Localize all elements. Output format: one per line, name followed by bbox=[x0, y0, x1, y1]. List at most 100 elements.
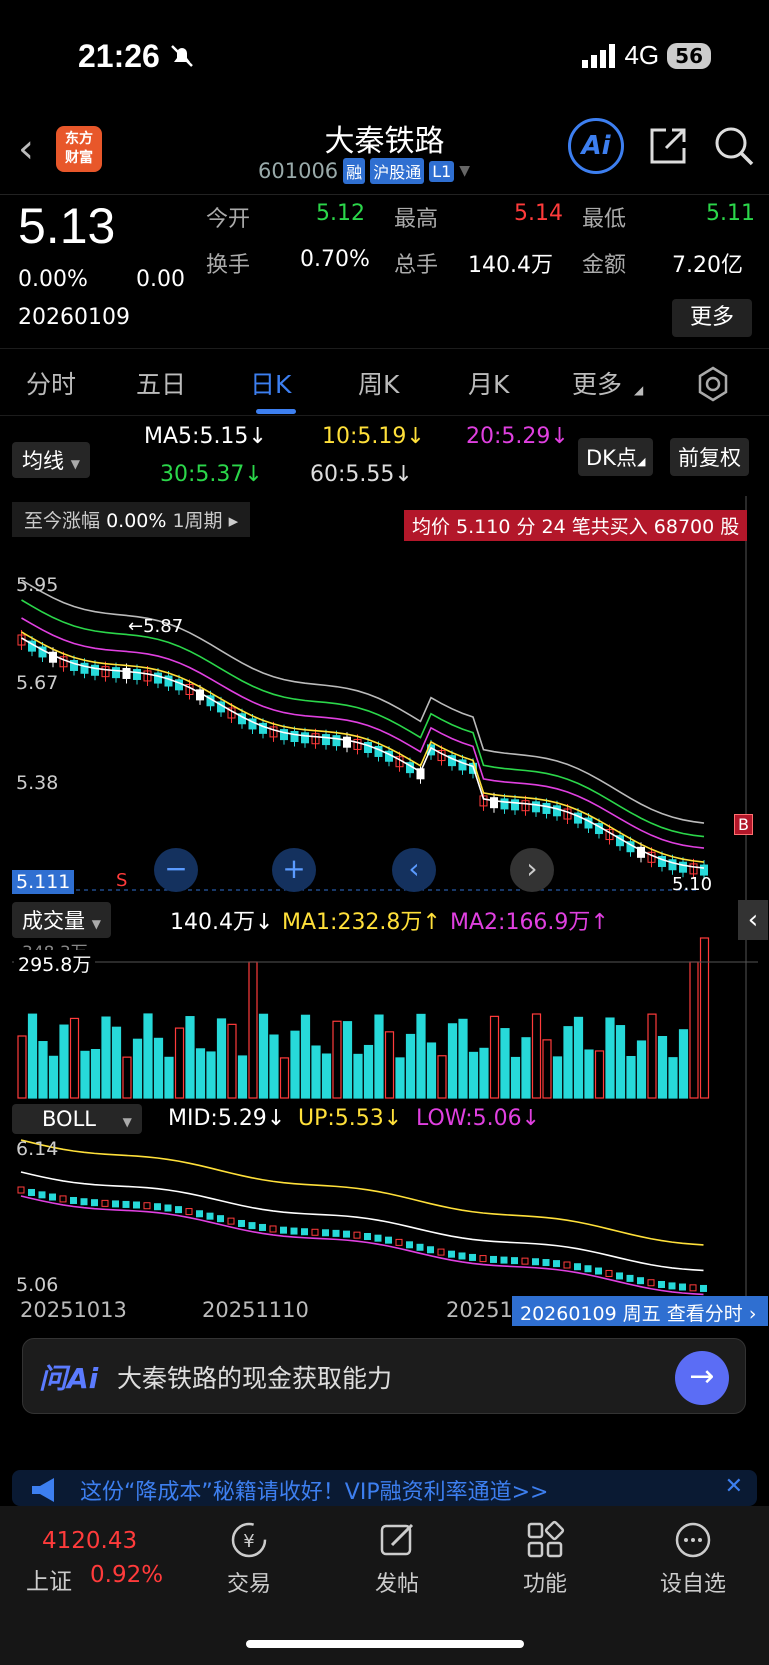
volume-ma1-text: MA1:232.8万 bbox=[282, 910, 423, 935]
edit-icon bbox=[380, 1523, 414, 1556]
candle-body bbox=[532, 801, 540, 813]
scroll-right-button[interactable]: › bbox=[510, 848, 554, 892]
volume-bar bbox=[195, 1048, 206, 1099]
nav-trade[interactable]: ¥ 交易 bbox=[204, 1520, 294, 1598]
volume-bar bbox=[216, 1018, 227, 1099]
more-dots-icon bbox=[675, 1522, 711, 1558]
boll-candle bbox=[217, 1215, 224, 1223]
volume-bar bbox=[269, 1034, 279, 1099]
ask-ai-logo: 问Ai bbox=[39, 1362, 99, 1395]
boll-candle bbox=[280, 1226, 287, 1234]
boll-candle bbox=[164, 1204, 172, 1212]
boll-up-text: UP:5.53 bbox=[298, 1106, 384, 1131]
boll-candle bbox=[311, 1228, 319, 1236]
boll-upper-band bbox=[20, 1139, 704, 1246]
index-name[interactable]: 上证 bbox=[26, 1562, 72, 1596]
volume-bar bbox=[90, 1048, 101, 1099]
volume-bar bbox=[27, 1013, 38, 1099]
boll-bottom-label: 5.06 bbox=[16, 1274, 59, 1296]
boll-lower-band bbox=[20, 1195, 704, 1296]
volume-bar bbox=[38, 1041, 48, 1099]
volume-indicator-bar: 成交量 ▼ 140.4万↓ MA1:232.8万↑ MA2:166.9万↑ bbox=[0, 898, 769, 938]
candle-body bbox=[301, 732, 309, 744]
boll-candle bbox=[521, 1257, 529, 1265]
high-annotation-value: 5.87 bbox=[143, 616, 184, 637]
boll-candle bbox=[668, 1282, 676, 1290]
volume-bar bbox=[363, 1044, 374, 1099]
volume-bar bbox=[563, 1026, 573, 1099]
price-label-low: 5.38 bbox=[16, 772, 59, 794]
candle-body bbox=[133, 668, 141, 680]
volume-bar bbox=[626, 1055, 636, 1099]
volume-bar bbox=[521, 1037, 531, 1099]
candle-body bbox=[322, 734, 330, 746]
boll-candle bbox=[437, 1248, 445, 1256]
boll-candle bbox=[28, 1188, 35, 1196]
boll-candle bbox=[322, 1229, 329, 1237]
boll-candle bbox=[38, 1191, 46, 1199]
range-pct: 0.00% bbox=[106, 510, 167, 532]
zoom-in-button[interactable]: + bbox=[272, 848, 316, 892]
nav-watchlist[interactable]: 设自选 bbox=[648, 1520, 738, 1598]
boll-candle bbox=[490, 1255, 497, 1263]
close-icon[interactable]: ✕ bbox=[725, 1474, 743, 1499]
volume-bar bbox=[552, 1056, 563, 1099]
boll-candle bbox=[332, 1229, 340, 1237]
volume-bar bbox=[248, 961, 258, 1099]
volume-selector[interactable]: 成交量 ▼ bbox=[12, 902, 111, 938]
boll-candle bbox=[679, 1283, 686, 1291]
high-annotation: ←5.87 bbox=[128, 616, 184, 637]
zoom-out-button[interactable]: − bbox=[154, 848, 198, 892]
boll-candle bbox=[185, 1208, 193, 1216]
candle-body bbox=[280, 729, 288, 741]
candle-body bbox=[542, 802, 551, 814]
candle-body bbox=[154, 672, 162, 684]
kline-candles bbox=[17, 630, 708, 881]
ma60-line bbox=[21, 579, 705, 824]
volume-bar bbox=[489, 1015, 500, 1099]
nav-trade-label: 交易 bbox=[226, 1572, 271, 1597]
index-pct[interactable]: 0.92% bbox=[90, 1562, 163, 1588]
volume-bar bbox=[279, 1057, 290, 1099]
boll-candle bbox=[175, 1206, 182, 1214]
sell-marker: S bbox=[116, 870, 128, 891]
boll-selector[interactable]: BOLL ▼ bbox=[12, 1104, 142, 1134]
volume-bar bbox=[384, 1031, 395, 1099]
arrow-right-icon[interactable]: → bbox=[675, 1351, 729, 1405]
view-intraday-tooltip[interactable]: 20260109 周五 查看分时 › bbox=[512, 1296, 768, 1326]
volume-bar bbox=[342, 1021, 353, 1099]
nav-functions[interactable]: 功能 bbox=[500, 1520, 590, 1598]
boll-candle bbox=[112, 1200, 119, 1208]
scroll-left-button[interactable]: ‹ bbox=[392, 848, 436, 892]
range-change-chip[interactable]: 至今涨幅 0.00% 1周期 ▸ bbox=[12, 502, 251, 537]
volume-bar bbox=[321, 1053, 332, 1099]
promo-banner[interactable]: 这份“降成本”秘籍请收好！VIP融资利率通道>> ✕ bbox=[12, 1470, 757, 1506]
nav-functions-label: 功能 bbox=[522, 1572, 567, 1597]
volume-bar bbox=[59, 1024, 69, 1099]
boll-candle bbox=[353, 1231, 361, 1239]
chevron-right-icon: ▸ bbox=[228, 510, 239, 532]
date-tick: 20251110 bbox=[202, 1298, 309, 1322]
boll-candle bbox=[343, 1230, 350, 1238]
nav-post[interactable]: 发帖 bbox=[352, 1520, 442, 1598]
ask-ai-bar[interactable]: 问Ai 大秦铁路的现金获取能力 → bbox=[22, 1338, 746, 1414]
volume-bar bbox=[458, 1018, 468, 1099]
volume-bar bbox=[258, 1013, 269, 1099]
boll-candle bbox=[458, 1252, 466, 1260]
boll-candle bbox=[469, 1253, 476, 1261]
price-label-high: 5.95 bbox=[16, 574, 59, 596]
volume-bar bbox=[447, 1023, 458, 1099]
candle-body bbox=[490, 797, 498, 809]
date-tick: 20251013 bbox=[20, 1298, 127, 1322]
grid-icon bbox=[527, 1520, 565, 1558]
volume-bar bbox=[122, 1056, 132, 1099]
yuan-coin-icon: ¥ bbox=[231, 1522, 267, 1558]
volume-bar bbox=[468, 1051, 479, 1099]
index-value[interactable]: 4120.43 bbox=[42, 1528, 137, 1554]
volume-bar bbox=[657, 1036, 668, 1099]
boll-up: UP:5.53↓ bbox=[298, 1106, 403, 1131]
volume-bar bbox=[542, 1039, 552, 1099]
boll-candle bbox=[626, 1274, 634, 1282]
volume-selector-label: 成交量 bbox=[22, 909, 85, 933]
candle-body bbox=[511, 799, 519, 811]
